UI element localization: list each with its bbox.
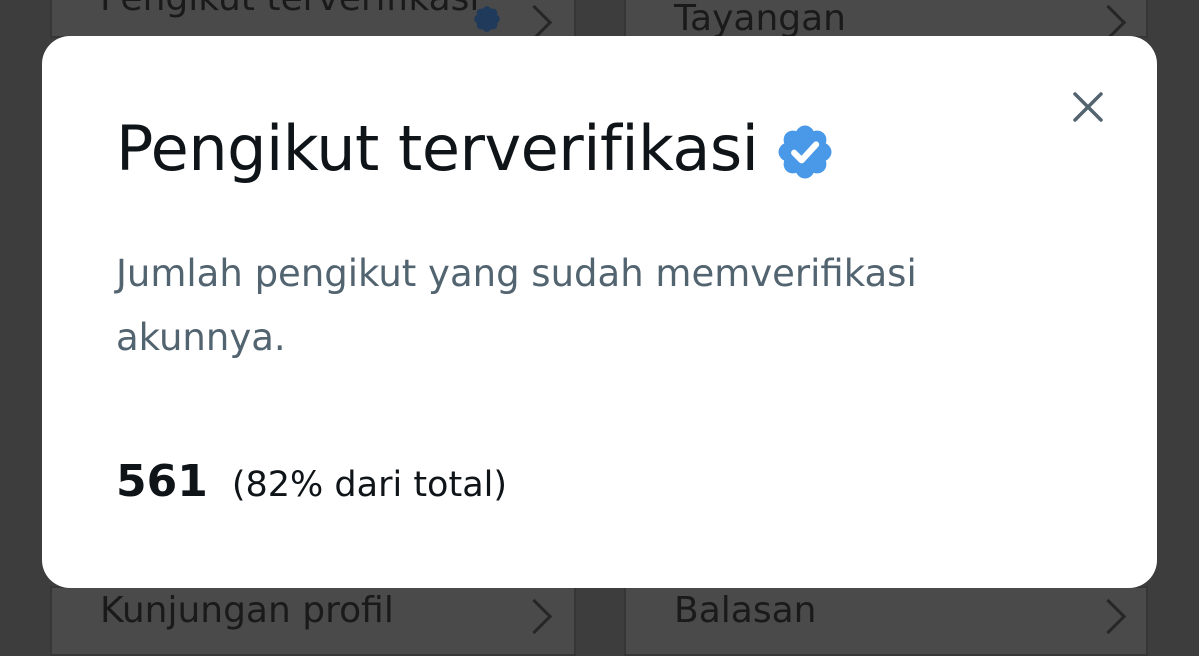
- dialog-description: Jumlah pengikut yang sudah memverifikasi…: [116, 252, 917, 359]
- bg-card-profile-visits-label: Kunjungan profil: [100, 590, 394, 631]
- stat-percentage-note: (82% dari total): [231, 465, 508, 505]
- stat-value: 561: [116, 456, 208, 507]
- close-icon[interactable]: [1063, 82, 1113, 132]
- bg-card-impressions-label: Tayangan: [674, 0, 847, 39]
- dialog-header: Pengikut terverifikasi: [116, 112, 836, 185]
- bg-verified-badge-icon: [474, 6, 500, 32]
- verified-badge-icon: [778, 125, 832, 178]
- dialog-title: Pengikut terverifikasi: [116, 112, 759, 185]
- verified-followers-stat: 561 (82% dari total): [116, 456, 507, 507]
- bg-card-verified-followers-label: Pengikut terverifikasi: [100, 0, 479, 19]
- verified-followers-dialog: Pengikut terverifikasi Jumlah pengikut y…: [42, 36, 1157, 588]
- bg-card-replies-label: Balasan: [674, 590, 817, 631]
